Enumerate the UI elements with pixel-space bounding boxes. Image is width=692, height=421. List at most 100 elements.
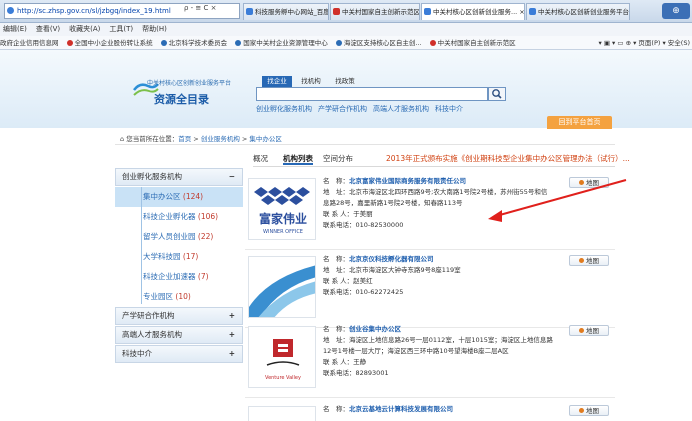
search-tab-policy[interactable]: 找政策 xyxy=(330,76,360,87)
favorite-link[interactable]: 全国中小企业股份转让系统 xyxy=(66,39,153,47)
map-pin-icon xyxy=(579,408,584,413)
sidebar-item-overseas[interactable]: 留学人员创业园 (22) xyxy=(115,227,243,247)
search-button[interactable] xyxy=(488,87,506,101)
search-tab-enterprise[interactable]: 找企业 xyxy=(262,76,292,87)
favicon-icon xyxy=(160,40,167,46)
company-phone: 010-82530000 xyxy=(355,221,404,229)
company-contact: 赵美红 xyxy=(353,277,373,285)
home-icon: ⌂ xyxy=(120,135,125,143)
tab-favicon-icon xyxy=(333,8,340,15)
company-name-link[interactable]: 创业谷集中办公区 xyxy=(349,325,401,333)
tab-map[interactable]: 空间分布 xyxy=(323,153,353,165)
sidebar-item-park[interactable]: 专业园区 (10) xyxy=(115,287,243,307)
company-contact: 于美丽 xyxy=(353,210,373,218)
favorite-link[interactable]: 北京科学技术委员会 xyxy=(160,39,227,47)
breadcrumb: ⌂ 您当前所在位置：首页 > 创业服务机构 > 集中办公区 xyxy=(120,135,282,143)
tab-overview[interactable]: 概况 xyxy=(253,153,268,165)
sidebar-item-accelerator[interactable]: 科技企业加速器 (7) xyxy=(115,267,243,287)
breadcrumb-level2[interactable]: 集中办公区 xyxy=(249,135,282,143)
menu-help[interactable]: 帮助(H) xyxy=(142,25,167,33)
map-pin-icon xyxy=(579,258,584,263)
expand-icon[interactable]: + xyxy=(229,327,235,343)
company-name-link[interactable]: 北京云基地云计算科技发展有限公司 xyxy=(349,405,453,413)
sidebar-item-incubator[interactable]: 科技企业孵化器 (106) xyxy=(115,207,243,227)
company-logo: Venture Valley xyxy=(248,326,316,388)
sidebar-item-office[interactable]: 集中办公区 (124) xyxy=(115,187,243,207)
browser-tab-active[interactable]: 中关村核心区创新创业服务... × xyxy=(421,3,525,20)
logo-subtitle: 中关村核心区创新创业服务平台 xyxy=(147,80,232,87)
map-button[interactable]: 地图 xyxy=(569,405,609,416)
menu-favorites[interactable]: 收藏夹(A) xyxy=(69,25,100,33)
company-address: 北京市海淀区大钟寺东路9号8座119室 xyxy=(349,266,461,274)
menu-tools[interactable]: 工具(T) xyxy=(109,25,133,33)
list-item: 名 称：北京云基地云计算科技发展有限公司 地图 xyxy=(245,400,615,421)
favicon-icon xyxy=(235,40,242,46)
company-phone: 010-62272425 xyxy=(355,288,404,296)
favicon-icon xyxy=(429,40,436,46)
sidebar-category-research[interactable]: 产学研合作机构 + xyxy=(115,307,243,325)
menu-view[interactable]: 查看(V) xyxy=(36,25,60,33)
search-input[interactable] xyxy=(256,87,488,101)
logo-text: 富家伟业 xyxy=(259,211,307,226)
tree-line xyxy=(141,187,142,304)
logo-title: 资源全目录 xyxy=(154,93,209,106)
hot-link[interactable]: 创业孵化服务机构 xyxy=(256,105,312,113)
ie-icon xyxy=(7,7,14,14)
collapse-icon[interactable]: − xyxy=(229,169,235,185)
sidebar-category-talent[interactable]: 高端人才服务机构 + xyxy=(115,326,243,344)
sidebar-category-incubation[interactable]: 创业孵化服务机构 − xyxy=(115,168,243,186)
annotation-arrow xyxy=(488,179,627,222)
address-tools[interactable]: ρ - ≅ C × xyxy=(182,4,219,12)
favorites-bar: 政府企业信用信息网 全国中小企业股份转让系统 北京科学技术委员会 国家中关村企业… xyxy=(0,36,692,50)
hot-link[interactable]: 产学研合作机构 xyxy=(318,105,367,113)
company-logo xyxy=(248,256,316,318)
company-phone: 82893001 xyxy=(355,369,389,377)
map-button[interactable]: 地图 xyxy=(569,325,609,336)
favorite-link[interactable]: 国家中关村企业资源管理中心 xyxy=(235,39,328,47)
breadcrumb-level1[interactable]: 创业服务机构 xyxy=(201,135,240,143)
tab-favicon-icon xyxy=(424,8,431,15)
menu-bar: 编辑(E) 查看(V) 收藏夹(A) 工具(T) 帮助(H) xyxy=(0,23,692,36)
expand-icon[interactable]: + xyxy=(229,346,235,362)
hot-links: 创业孵化服务机构 产学研合作机构 高端人才服务机构 科技中介 xyxy=(256,104,469,114)
company-logo: 富家伟业 WINNER OFFICE xyxy=(248,178,316,240)
browser-tab[interactable]: 中关村国家自主创新示范区 xyxy=(330,3,420,20)
sidebar: 创业孵化服务机构 − 集中办公区 (124) 科技企业孵化器 (106) 留学人员… xyxy=(115,168,243,364)
company-address: 海淀区上地信息路26号一层0112室，十层1015室；海淀区上地信息路12号1号… xyxy=(323,336,553,355)
favicon-icon xyxy=(66,40,73,46)
sidebar-category-intermediary[interactable]: 科技中介 + xyxy=(115,345,243,363)
company-name-link[interactable]: 北京富家伟业国际商务服务有限责任公司 xyxy=(349,177,466,185)
logo-caption: WINNER OFFICE xyxy=(263,229,303,235)
window-button[interactable]: ⊕ xyxy=(662,3,690,19)
hot-link[interactable]: 高端人才服务机构 xyxy=(373,105,429,113)
list-item: 名 称：北京京仪科技孵化器有限公司 地 址：北京市海淀区大钟寺东路9号8座119… xyxy=(245,250,615,328)
favorite-link[interactable]: 政府企业信用信息网 xyxy=(0,39,59,47)
tab-list[interactable]: 机构列表 xyxy=(283,153,313,165)
company-logo xyxy=(248,406,316,421)
sidebar-item-university[interactable]: 大学科技园 (17) xyxy=(115,247,243,267)
company-contact: 王静 xyxy=(353,358,367,366)
url-text: http://sc.zhsp.gov.cn/sl/jzbgq/index_19.… xyxy=(17,7,171,15)
company-name-link[interactable]: 北京京仪科技孵化器有限公司 xyxy=(349,255,434,263)
logo-caption: Venture Valley xyxy=(265,375,301,381)
tab-favicon-icon xyxy=(529,8,536,15)
breadcrumb-home[interactable]: 首页 xyxy=(178,135,191,143)
expand-icon[interactable]: + xyxy=(229,308,235,324)
list-item: Venture Valley 名 称：创业谷集中办公区 地 址：海淀区上地信息路… xyxy=(245,320,615,398)
favorite-link[interactable]: 中关村国家自主创新示范区 xyxy=(429,39,516,47)
return-home-button[interactable]: 回到平台首页 xyxy=(547,116,612,129)
favorite-link[interactable]: 海淀区支持核心区自主创... xyxy=(335,39,422,47)
divider xyxy=(115,144,615,145)
browser-tab[interactable]: 中关村核心区创新创业服务平台 xyxy=(526,3,630,20)
menu-edit[interactable]: 编辑(E) xyxy=(3,25,27,33)
tab-favicon-icon xyxy=(246,8,253,15)
browser-tab[interactable]: 科技服务孵中心网站_百度搜索 xyxy=(243,3,329,20)
divider xyxy=(253,166,615,167)
search-icon xyxy=(492,89,502,99)
search-tab-institution[interactable]: 找机构 xyxy=(296,76,326,87)
command-bar[interactable]: ▾ ▣ ▾ ▭ ⊕ ▾ 页面(P) ▾ 安全(S) xyxy=(594,37,690,49)
favicon-icon xyxy=(335,40,342,46)
map-button[interactable]: 地图 xyxy=(569,255,609,266)
policy-notice-link[interactable]: 2013年正式颁布实施《创业期科技型企业集中办公区管理办法（试行）... xyxy=(386,153,630,164)
hot-link[interactable]: 科技中介 xyxy=(435,105,463,113)
